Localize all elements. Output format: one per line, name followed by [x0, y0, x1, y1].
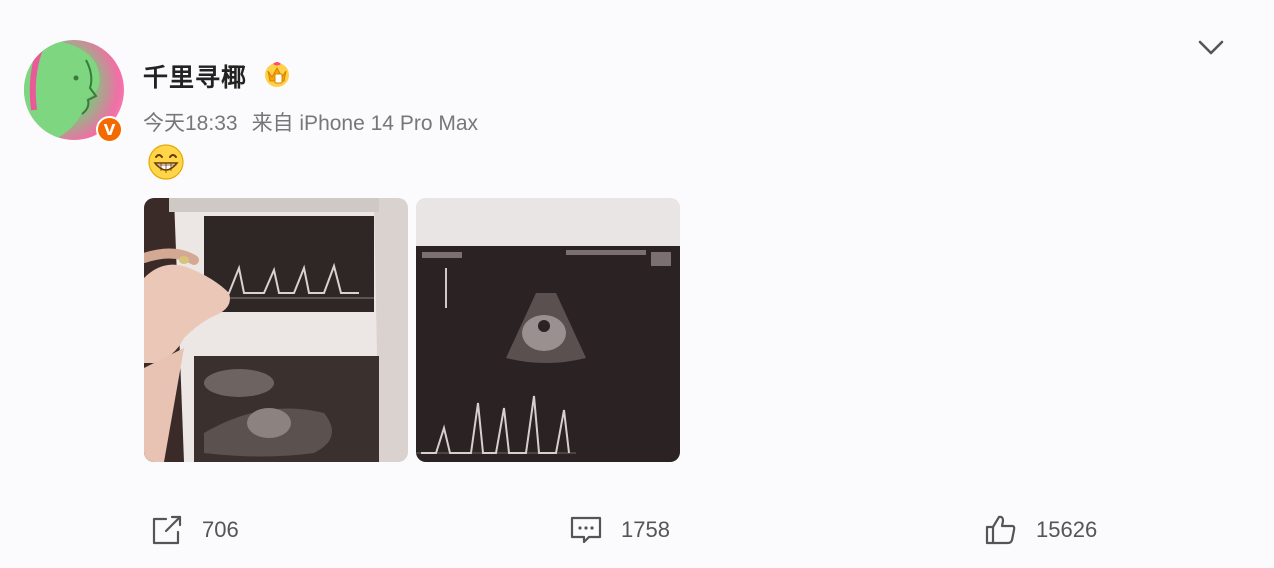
- like-count: 15626: [1036, 517, 1098, 542]
- comment-count: 1758: [621, 517, 670, 542]
- ultrasound-photo-2[interactable]: [416, 198, 680, 462]
- repost-button[interactable]: 706: [150, 510, 239, 550]
- thumbs-up-icon: [985, 515, 1016, 545]
- post-source: 来自 iPhone 14 Pro Max: [251, 112, 478, 135]
- grinning-face-icon: [148, 144, 184, 180]
- share-icon: [152, 515, 182, 545]
- verified-badge: V: [96, 116, 123, 143]
- repost-count: 706: [202, 517, 239, 542]
- post-time[interactable]: 今天18:33: [143, 112, 238, 135]
- chevron-down-icon[interactable]: [1197, 36, 1225, 58]
- weibo-post: V 千里寻椰 今天18:33 来自 iPhone 14 Pro Max 706 …: [0, 0, 1274, 568]
- post-meta: 今天18:33 来自 iPhone 14 Pro Max: [143, 107, 478, 137]
- crown-icon[interactable]: [262, 59, 292, 89]
- like-button[interactable]: 15626: [984, 510, 1097, 550]
- comment-icon: [570, 516, 602, 544]
- comment-button[interactable]: 1758: [569, 510, 670, 550]
- username[interactable]: 千里寻椰: [143, 58, 247, 94]
- ultrasound-photo-1[interactable]: [144, 198, 408, 462]
